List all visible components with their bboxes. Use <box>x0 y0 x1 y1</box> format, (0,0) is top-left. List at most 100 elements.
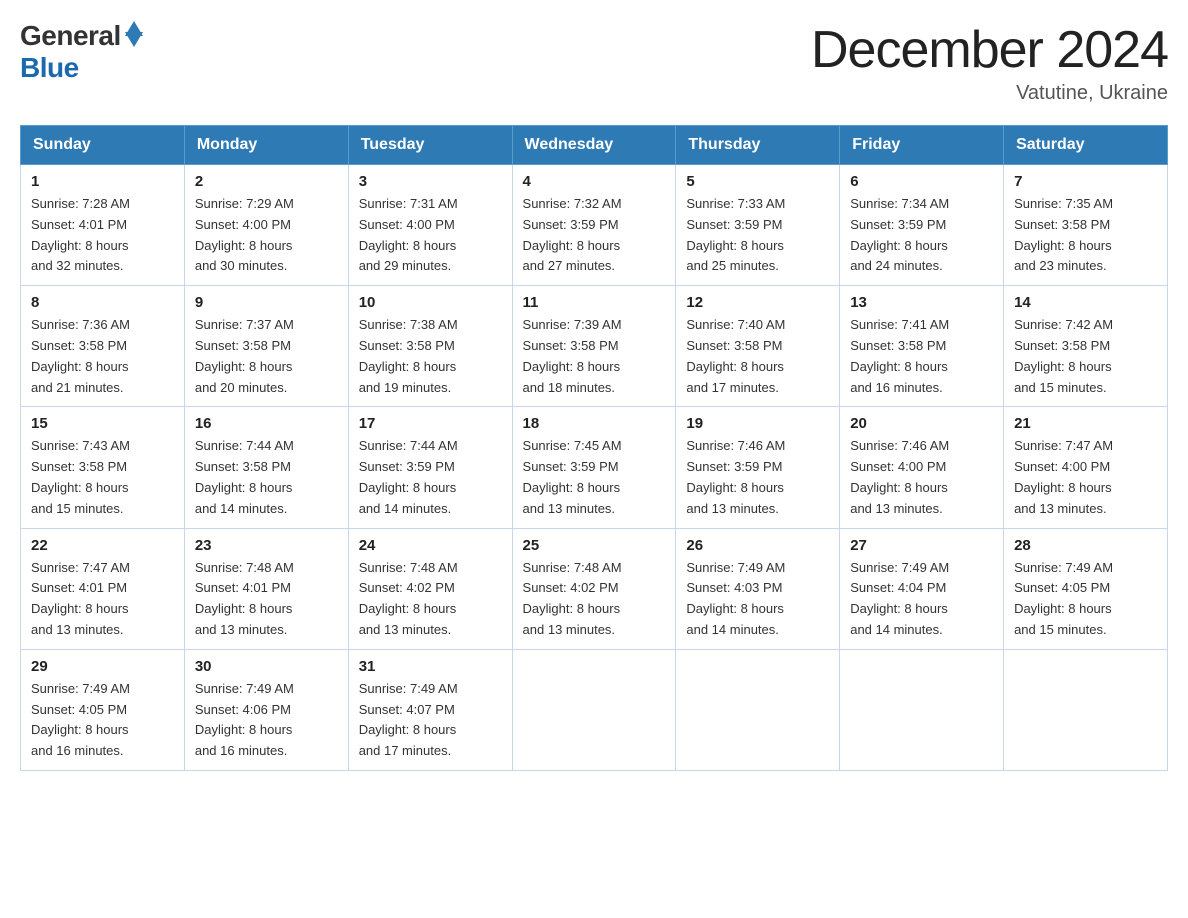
day-number: 7 <box>1014 173 1157 190</box>
calendar-header-row: Sunday Monday Tuesday Wednesday Thursday… <box>21 126 1168 165</box>
day-number: 3 <box>359 173 502 190</box>
day-number: 1 <box>31 173 174 190</box>
day-number: 10 <box>359 294 502 311</box>
day-number: 29 <box>31 658 174 675</box>
day-number: 2 <box>195 173 338 190</box>
table-row: 17Sunrise: 7:44 AMSunset: 3:59 PMDayligh… <box>348 407 512 528</box>
day-info: Sunrise: 7:37 AMSunset: 3:58 PMDaylight:… <box>195 315 338 398</box>
table-row: 20Sunrise: 7:46 AMSunset: 4:00 PMDayligh… <box>840 407 1004 528</box>
day-info: Sunrise: 7:31 AMSunset: 4:00 PMDaylight:… <box>359 194 502 277</box>
day-info: Sunrise: 7:49 AMSunset: 4:05 PMDaylight:… <box>1014 558 1157 641</box>
day-info: Sunrise: 7:36 AMSunset: 3:58 PMDaylight:… <box>31 315 174 398</box>
day-info: Sunrise: 7:43 AMSunset: 3:58 PMDaylight:… <box>31 436 174 519</box>
table-row: 11 Sunrise: 7:39 AMSunset: 3:58 PMDayligh… <box>512 286 676 407</box>
table-row: 1 Sunrise: 7:28 AMSunset: 4:01 PMDaylight… <box>21 165 185 286</box>
day-number: 28 <box>1014 537 1157 554</box>
day-info: Sunrise: 7:41 AMSunset: 3:58 PMDaylight:… <box>850 315 993 398</box>
table-row <box>512 649 676 770</box>
title-block: December 2024 Vatutine, Ukraine <box>811 20 1168 105</box>
table-row: 19 Sunrise: 7:46 AMSunset: 3:59 PMDayligh… <box>676 407 840 528</box>
header-sunday: Sunday <box>21 126 185 165</box>
day-info: Sunrise: 7:33 AMSunset: 3:59 PMDaylight:… <box>686 194 829 277</box>
calendar-week-row: 15 Sunrise: 7:43 AMSunset: 3:58 PMDayligh… <box>21 407 1168 528</box>
day-info: Sunrise: 7:38 AMSunset: 3:58 PMDaylight:… <box>359 315 502 398</box>
table-row: 3 Sunrise: 7:31 AMSunset: 4:00 PMDaylight… <box>348 165 512 286</box>
logo-general-text: General <box>20 20 121 52</box>
table-row: 18Sunrise: 7:45 AMSunset: 3:59 PMDayligh… <box>512 407 676 528</box>
day-number: 26 <box>686 537 829 554</box>
day-info: Sunrise: 7:42 AMSunset: 3:58 PMDaylight:… <box>1014 315 1157 398</box>
day-info: Sunrise: 7:39 AMSunset: 3:58 PMDaylight:… <box>523 315 666 398</box>
day-number: 17 <box>359 415 502 432</box>
day-number: 4 <box>523 173 666 190</box>
header-thursday: Thursday <box>676 126 840 165</box>
calendar-week-row: 8 Sunrise: 7:36 AMSunset: 3:58 PMDaylight… <box>21 286 1168 407</box>
table-row: 10 Sunrise: 7:38 AMSunset: 3:58 PMDayligh… <box>348 286 512 407</box>
header-saturday: Saturday <box>1004 126 1168 165</box>
table-row: 6Sunrise: 7:34 AMSunset: 3:59 PMDaylight… <box>840 165 1004 286</box>
day-info: Sunrise: 7:45 AMSunset: 3:59 PMDaylight:… <box>523 436 666 519</box>
day-number: 23 <box>195 537 338 554</box>
table-row: 31Sunrise: 7:49 AMSunset: 4:07 PMDayligh… <box>348 649 512 770</box>
table-row: 14 Sunrise: 7:42 AMSunset: 3:58 PMDayligh… <box>1004 286 1168 407</box>
day-number: 9 <box>195 294 338 311</box>
table-row: 27 Sunrise: 7:49 AMSunset: 4:04 PMDayligh… <box>840 528 1004 649</box>
table-row <box>676 649 840 770</box>
day-info: Sunrise: 7:47 AMSunset: 4:00 PMDaylight:… <box>1014 436 1157 519</box>
day-info: Sunrise: 7:40 AMSunset: 3:58 PMDaylight:… <box>686 315 829 398</box>
table-row: 15 Sunrise: 7:43 AMSunset: 3:58 PMDayligh… <box>21 407 185 528</box>
day-number: 16 <box>195 415 338 432</box>
logo-blue-text: Blue <box>20 52 79 84</box>
table-row: 23 Sunrise: 7:48 AMSunset: 4:01 PMDayligh… <box>184 528 348 649</box>
day-info: Sunrise: 7:44 AMSunset: 3:58 PMDaylight:… <box>195 436 338 519</box>
day-info: Sunrise: 7:29 AMSunset: 4:00 PMDaylight:… <box>195 194 338 277</box>
day-number: 13 <box>850 294 993 311</box>
day-info: Sunrise: 7:46 AMSunset: 3:59 PMDaylight:… <box>686 436 829 519</box>
day-number: 11 <box>523 294 666 311</box>
day-number: 19 <box>686 415 829 432</box>
day-info: Sunrise: 7:49 AMSunset: 4:06 PMDaylight:… <box>195 679 338 762</box>
table-row: 9 Sunrise: 7:37 AMSunset: 3:58 PMDaylight… <box>184 286 348 407</box>
table-row <box>1004 649 1168 770</box>
day-number: 20 <box>850 415 993 432</box>
table-row: 7 Sunrise: 7:35 AMSunset: 3:58 PMDaylight… <box>1004 165 1168 286</box>
day-number: 15 <box>31 415 174 432</box>
day-info: Sunrise: 7:48 AMSunset: 4:02 PMDaylight:… <box>523 558 666 641</box>
table-row: 8 Sunrise: 7:36 AMSunset: 3:58 PMDaylight… <box>21 286 185 407</box>
day-info: Sunrise: 7:49 AMSunset: 4:04 PMDaylight:… <box>850 558 993 641</box>
table-row: 12Sunrise: 7:40 AMSunset: 3:58 PMDayligh… <box>676 286 840 407</box>
table-row <box>840 649 1004 770</box>
calendar-week-row: 22Sunrise: 7:47 AMSunset: 4:01 PMDayligh… <box>21 528 1168 649</box>
day-number: 6 <box>850 173 993 190</box>
day-number: 24 <box>359 537 502 554</box>
table-row: 4 Sunrise: 7:32 AMSunset: 3:59 PMDaylight… <box>512 165 676 286</box>
table-row: 22Sunrise: 7:47 AMSunset: 4:01 PMDayligh… <box>21 528 185 649</box>
day-number: 31 <box>359 658 502 675</box>
calendar-table: Sunday Monday Tuesday Wednesday Thursday… <box>20 125 1168 771</box>
month-year-title: December 2024 <box>811 20 1168 80</box>
day-info: Sunrise: 7:35 AMSunset: 3:58 PMDaylight:… <box>1014 194 1157 277</box>
day-info: Sunrise: 7:48 AMSunset: 4:02 PMDaylight:… <box>359 558 502 641</box>
day-number: 30 <box>195 658 338 675</box>
day-info: Sunrise: 7:28 AMSunset: 4:01 PMDaylight:… <box>31 194 174 277</box>
header-tuesday: Tuesday <box>348 126 512 165</box>
table-row: 5 Sunrise: 7:33 AMSunset: 3:59 PMDaylight… <box>676 165 840 286</box>
location-subtitle: Vatutine, Ukraine <box>811 82 1168 105</box>
header-friday: Friday <box>840 126 1004 165</box>
table-row: 28 Sunrise: 7:49 AMSunset: 4:05 PMDayligh… <box>1004 528 1168 649</box>
day-number: 5 <box>686 173 829 190</box>
page-header: General Blue December 2024 Vatutine, Ukr… <box>20 20 1168 105</box>
day-info: Sunrise: 7:49 AMSunset: 4:05 PMDaylight:… <box>31 679 174 762</box>
day-info: Sunrise: 7:48 AMSunset: 4:01 PMDaylight:… <box>195 558 338 641</box>
calendar-week-row: 1 Sunrise: 7:28 AMSunset: 4:01 PMDaylight… <box>21 165 1168 286</box>
day-number: 14 <box>1014 294 1157 311</box>
day-number: 8 <box>31 294 174 311</box>
day-info: Sunrise: 7:32 AMSunset: 3:59 PMDaylight:… <box>523 194 666 277</box>
table-row: 30 Sunrise: 7:49 AMSunset: 4:06 PMDayligh… <box>184 649 348 770</box>
table-row: 13 Sunrise: 7:41 AMSunset: 3:58 PMDayligh… <box>840 286 1004 407</box>
day-number: 22 <box>31 537 174 554</box>
day-number: 27 <box>850 537 993 554</box>
table-row: 24 Sunrise: 7:48 AMSunset: 4:02 PMDayligh… <box>348 528 512 649</box>
table-row: 26Sunrise: 7:49 AMSunset: 4:03 PMDayligh… <box>676 528 840 649</box>
header-monday: Monday <box>184 126 348 165</box>
